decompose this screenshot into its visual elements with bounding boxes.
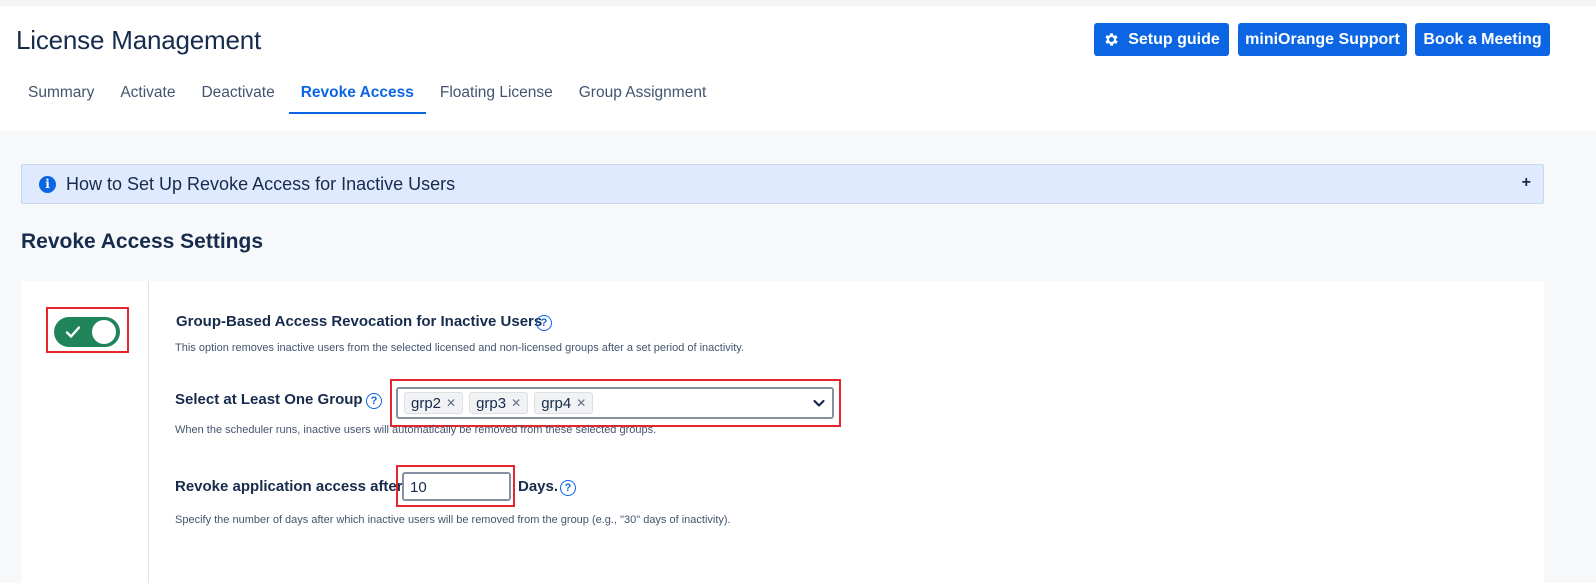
days-unit-label: Days.	[518, 478, 559, 495]
help-panel-title: How to Set Up Revoke Access for Inactive…	[66, 173, 456, 194]
group-chip: grp2 ✕	[404, 392, 464, 414]
expand-icon[interactable]: +	[1522, 174, 1531, 192]
info-icon: i	[39, 175, 56, 193]
group-revocation-label: Group-Based Access Revocation for Inacti…	[176, 313, 543, 330]
toggle-knob	[92, 320, 116, 344]
question-circle-icon[interactable]: ?	[536, 315, 552, 331]
section-title: Revoke Access Settings	[21, 230, 264, 253]
remove-chip-icon[interactable]: ✕	[511, 396, 521, 410]
group-chip-label: grp4	[541, 394, 572, 412]
days-input[interactable]: 10	[402, 472, 511, 501]
group-revocation-description: This option removes inactive users from …	[175, 342, 745, 354]
group-chip-label: grp2	[411, 394, 442, 412]
remove-chip-icon[interactable]: ✕	[446, 396, 456, 410]
group-select-label: Select at Least One Group	[175, 391, 363, 408]
top-strip	[0, 0, 1596, 6]
gear-icon	[1105, 33, 1118, 46]
panel-divider	[148, 281, 149, 583]
question-circle-icon[interactable]: ?	[366, 393, 382, 409]
tab-group-assignment[interactable]: Group Assignment	[567, 75, 719, 114]
question-circle-icon[interactable]: ?	[560, 480, 576, 496]
group-multiselect[interactable]: grp2 ✕ grp3 ✕ grp4 ✕	[396, 387, 834, 419]
tab-deactivate[interactable]: Deactivate	[189, 75, 286, 114]
tab-floating-license[interactable]: Floating License	[428, 75, 565, 114]
group-chip: grp3 ✕	[469, 392, 529, 414]
revoke-after-description: Specify the number of days after which i…	[175, 514, 731, 526]
page-title: License Management	[16, 25, 261, 55]
setup-guide-button[interactable]: Setup guide	[1094, 23, 1229, 56]
tab-activate[interactable]: Activate	[108, 75, 187, 114]
group-revocation-toggle[interactable]	[54, 317, 120, 347]
support-button[interactable]: miniOrange Support	[1238, 23, 1407, 56]
check-icon	[65, 326, 81, 338]
remove-chip-icon[interactable]: ✕	[576, 396, 586, 410]
group-chip: grp4 ✕	[534, 392, 594, 414]
revoke-access-help-panel[interactable]: i How to Set Up Revoke Access for Inacti…	[21, 164, 1544, 204]
revoke-after-label: Revoke application access after	[175, 478, 403, 495]
page-header: License Management Setup guide miniOrang…	[0, 0, 1596, 131]
setup-guide-label: Setup guide	[1128, 30, 1220, 48]
chevron-down-icon[interactable]	[812, 396, 826, 410]
book-meeting-button[interactable]: Book a Meeting	[1415, 23, 1550, 56]
group-select-description: When the scheduler runs, inactive users …	[175, 424, 657, 436]
group-chip-label: grp3	[476, 394, 507, 412]
tab-summary[interactable]: Summary	[16, 75, 106, 114]
tab-revoke-access[interactable]: Revoke Access	[288, 75, 426, 114]
tab-bar: Summary Activate Deactivate Revoke Acces…	[16, 75, 720, 115]
